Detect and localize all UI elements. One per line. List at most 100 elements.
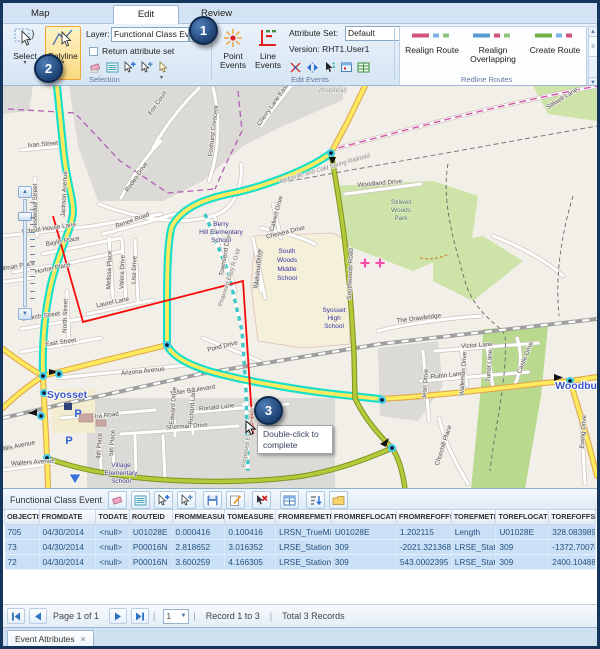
table-cell: LRSE_Stations — [276, 554, 332, 569]
table-cell: U01028E — [331, 524, 396, 539]
ribbon-scrollbar[interactable]: ▲ ≡ ▼ — [588, 26, 598, 88]
map-label: School — [211, 237, 231, 244]
event-table-icon[interactable] — [355, 60, 371, 75]
map-label: Woods — [391, 207, 412, 214]
return-attribute-set-checkbox[interactable] — [89, 47, 98, 56]
add-to-selection-icon[interactable] — [154, 491, 173, 509]
column-header[interactable]: TOMEASURE — [225, 510, 276, 524]
column-header[interactable]: OBJECTID — [5, 510, 40, 524]
open-table-icon[interactable] — [280, 491, 299, 509]
table-row[interactable]: 7304/30/2014<null>P00016N2.8186523.01635… — [5, 539, 596, 554]
sort-icon[interactable] — [306, 491, 325, 509]
table-cell: 4.166305 — [225, 554, 276, 569]
close-icon[interactable]: × — [81, 634, 86, 644]
column-header[interactable]: FROMREFLOCATION — [331, 510, 396, 524]
realign-route-button[interactable]: Realign Route — [403, 31, 461, 83]
polyline-icon — [51, 27, 75, 51]
zoom-out-icon[interactable]: ▼ — [18, 308, 32, 320]
split-event-icon[interactable] — [287, 60, 303, 75]
column-header[interactable]: FROMMEASURE — [172, 510, 225, 524]
mouse-cursor-icon — [244, 420, 258, 441]
show-attributes-icon[interactable] — [131, 491, 150, 509]
chevron-down-icon[interactable]: ▾ — [160, 74, 163, 81]
select-features-icon[interactable] — [177, 491, 196, 509]
select-tools-icon[interactable] — [155, 60, 171, 75]
line-events-label: Line Events — [252, 52, 284, 70]
chevron-down-icon: ▼ — [180, 613, 186, 619]
map-label: School — [324, 323, 344, 330]
select-event-icon[interactable] — [321, 60, 337, 75]
next-page-button[interactable] — [109, 608, 127, 624]
zoom-tick — [30, 298, 35, 299]
column-header[interactable]: TOREFMETHOD — [451, 510, 496, 524]
table-cell: <null> — [96, 539, 130, 554]
attribute-list-icon[interactable] — [104, 60, 120, 75]
bottom-tab-strip: Event Attributes × — [3, 627, 597, 646]
edit-events-group-label: Edit Events — [291, 75, 329, 84]
line-events-button[interactable]: Line Events — [250, 26, 286, 80]
export-icon[interactable] — [329, 491, 348, 509]
table-cell: 309 — [496, 554, 549, 569]
event-window-icon[interactable] — [338, 60, 354, 75]
clear-selection-icon[interactable] — [87, 60, 103, 75]
scroll-up-icon[interactable]: ▲ — [589, 27, 597, 37]
ribbon: Select ▾ Polyline ▾ Layer: Functional Cl… — [3, 24, 597, 85]
delete-records-icon[interactable] — [252, 491, 271, 509]
table-row[interactable]: 70504/30/2014<null>U01028E0.0004160.1004… — [5, 524, 596, 539]
point-events-icon — [222, 27, 244, 51]
scrollbar-thumb[interactable]: ≡ — [589, 37, 597, 57]
tab-map[interactable]: Map — [17, 5, 63, 24]
previous-page-button[interactable] — [29, 608, 47, 624]
zoom-tick — [30, 261, 35, 262]
table-body: 70504/30/2014<null>U01028E0.0004160.1004… — [5, 524, 596, 569]
realign-route-icon — [410, 31, 454, 40]
tab-event-attributes[interactable]: Event Attributes × — [7, 630, 94, 647]
merge-events-icon[interactable] — [304, 60, 320, 75]
table-cell: 0.000416 — [172, 524, 225, 539]
point-events-label: Point Events — [217, 52, 249, 70]
map-label: High — [327, 315, 341, 322]
table-row[interactable]: 7204/30/2014<null>P00016N3.6002594.16630… — [5, 554, 596, 569]
remove-from-selection-icon[interactable] — [138, 60, 154, 75]
column-header[interactable]: TOREFLOCATION — [496, 510, 549, 524]
table-cell: <null> — [96, 524, 130, 539]
pager-separator: | — [270, 611, 272, 621]
table-cell: LRSE_Stations — [276, 539, 332, 554]
first-page-button[interactable] — [7, 608, 25, 624]
add-to-selection-icon[interactable] — [121, 60, 137, 75]
save-icon[interactable] — [203, 491, 222, 509]
create-route-icon — [533, 31, 577, 40]
map-label: Berry — [213, 221, 229, 228]
zoom-tick — [30, 246, 35, 247]
point-events-button[interactable]: Point Events — [215, 26, 251, 80]
table-cell: U01028E — [129, 524, 172, 539]
table-cell: -1372.7007874 — [549, 539, 596, 554]
create-route-button[interactable]: Create Route — [526, 31, 584, 83]
tab-edit[interactable]: Edit — [113, 5, 179, 24]
zoom-tick — [30, 254, 35, 255]
pager-separator: | — [193, 611, 195, 621]
table-cell: LRSE_Stations — [451, 539, 496, 554]
zoom-in-icon[interactable]: ▲ — [18, 186, 32, 198]
table-cell: Length — [451, 524, 496, 539]
column-header[interactable]: FROMDATE — [39, 510, 96, 524]
column-header[interactable]: FROMREFMETHOD — [276, 510, 332, 524]
chevron-down-icon[interactable]: ▾ — [23, 61, 26, 66]
column-header[interactable]: TOREFOFFSET — [549, 510, 596, 524]
column-header[interactable]: TODATE — [96, 510, 130, 524]
edit-records-icon[interactable] — [226, 491, 245, 509]
table-cell: LRSE_Stations — [451, 554, 496, 569]
clear-selection-icon[interactable] — [108, 491, 127, 509]
last-page-button[interactable] — [131, 608, 149, 624]
column-header[interactable]: ROUTEID — [129, 510, 172, 524]
page-number-select[interactable]: 1 ▼ — [163, 609, 189, 624]
page-number-value: 1 — [166, 611, 171, 621]
zoom-tick — [30, 217, 35, 218]
table-cell: P00016N — [129, 539, 172, 554]
zoom-slider[interactable]: ▲ ▼ — [18, 186, 38, 320]
layer-combobox[interactable]: Functional Class Event — [111, 27, 189, 42]
map-label: Syosset — [47, 389, 88, 401]
table-cell: 543.0002395 — [396, 554, 451, 569]
column-header[interactable]: FROMREFOFFSET — [396, 510, 451, 524]
table-cell: LRSN_TrueMile — [276, 524, 332, 539]
